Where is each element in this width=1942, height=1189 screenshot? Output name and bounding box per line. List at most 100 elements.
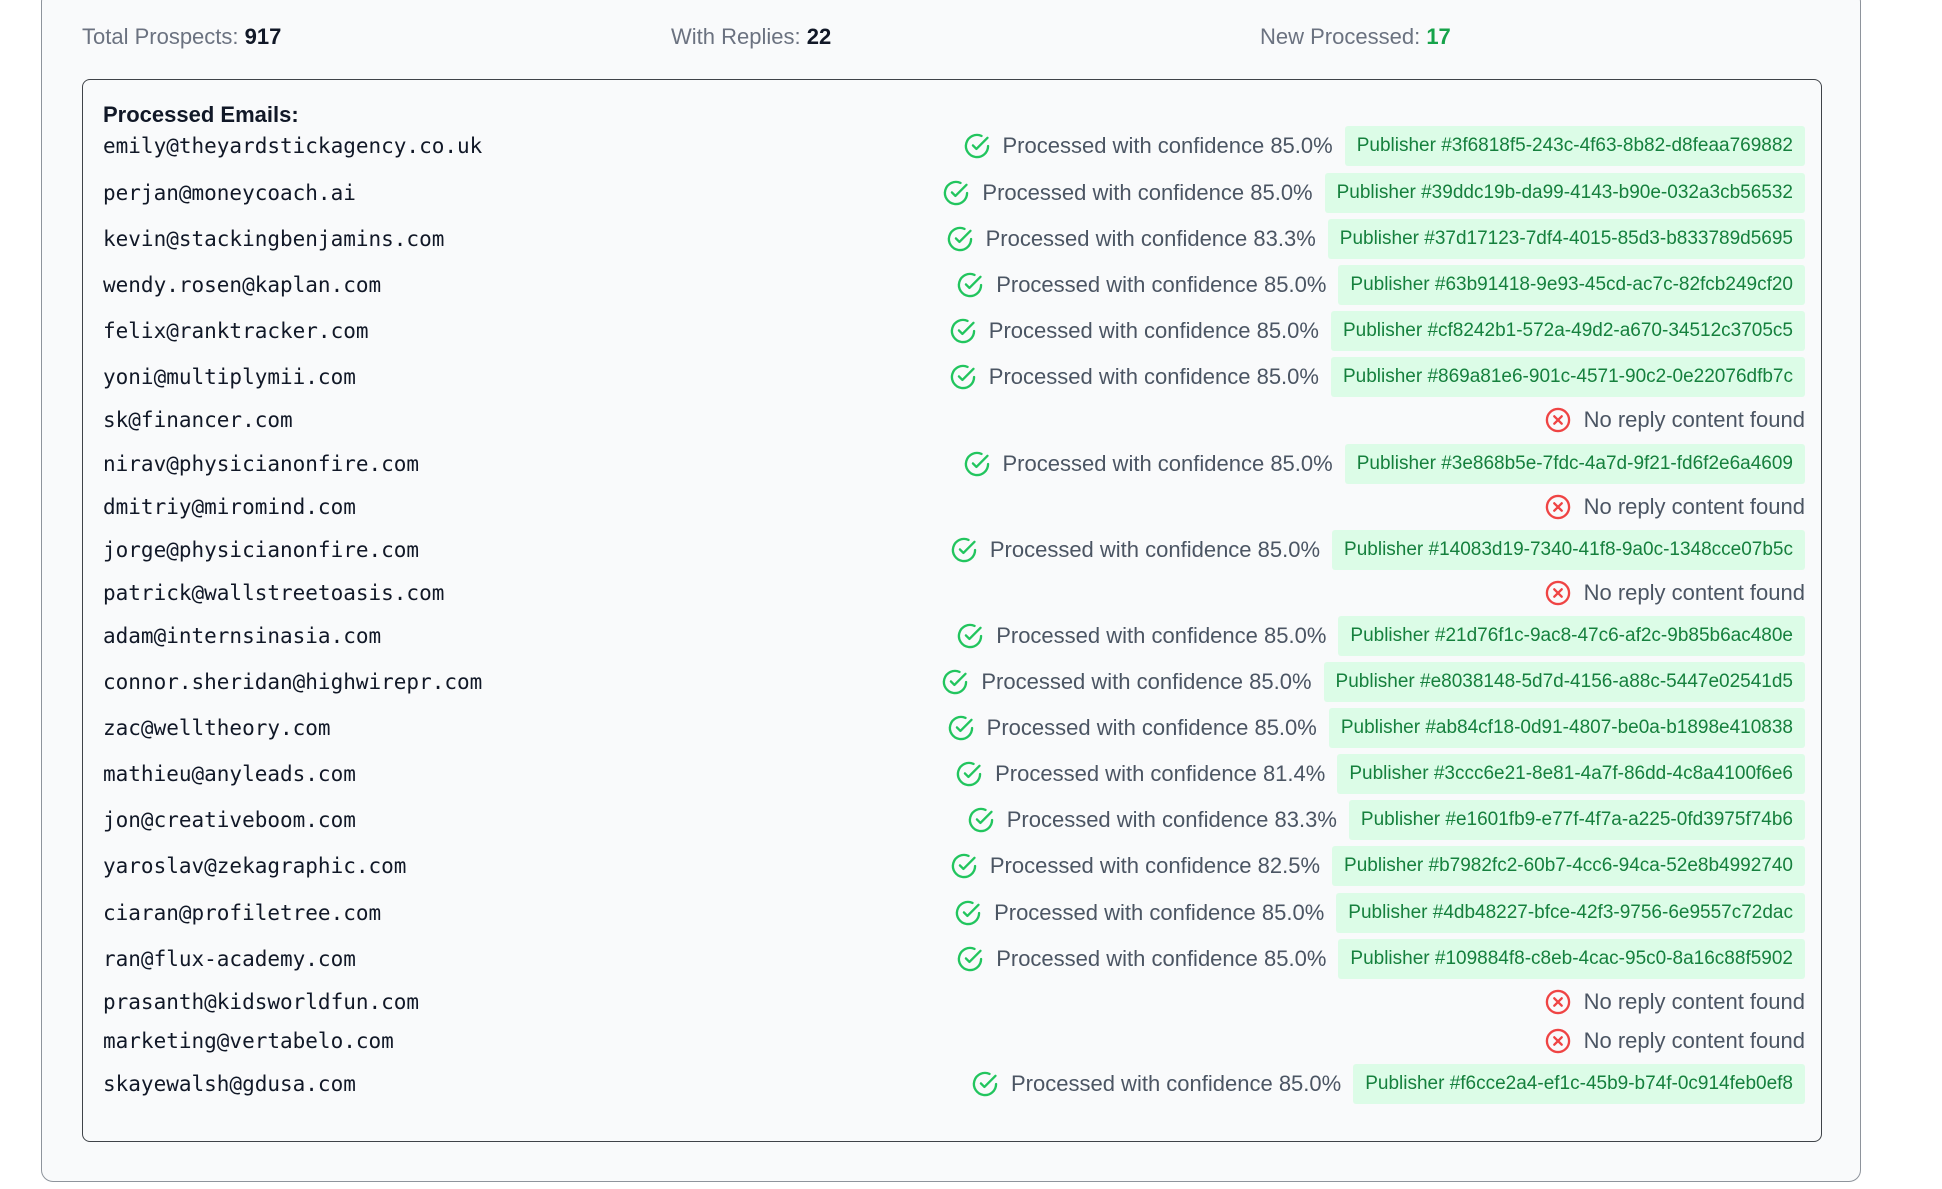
email-row: prasanth@kidsworldfun.com No reply conten… [83, 982, 1823, 1022]
publisher-badge: Publisher #e1601fb9-e77f-4f7a-a225-0fd39… [1348, 800, 1805, 840]
email-address: skayewalsh@gdusa.com [103, 1072, 356, 1096]
status-cell: Processed with confidence 83.3% Publisher… [967, 800, 1805, 840]
email-address: connor.sheridan@highwirepr.com [103, 670, 483, 694]
email-row: adam@internsinasia.com Processed with con… [83, 616, 1823, 656]
status-cell: Processed with confidence 85.0% Publisher… [956, 265, 1805, 305]
publisher-badge: Publisher #39ddc19b-da99-4143-b90e-032a3… [1324, 173, 1805, 213]
no-reply-text: No reply content found [1583, 407, 1805, 432]
status-cell: No reply content found [1544, 982, 1805, 1022]
confidence-text: Processed with confidence 83.3% [1006, 807, 1337, 832]
check-circle-icon [951, 537, 977, 563]
publisher-badge: Publisher #869a81e6-901c-4571-90c2-0e220… [1330, 357, 1805, 397]
stat-new-value: 17 [1426, 24, 1451, 49]
status-cell: Processed with confidence 85.0% Publisher… [956, 939, 1805, 979]
status-cell: Processed with confidence 85.0% Publisher… [963, 444, 1805, 484]
check-circle-icon [957, 946, 983, 972]
publisher-badge: Publisher #14083d19-7340-41f8-9a0c-1348c… [1332, 530, 1805, 570]
check-circle-icon [968, 807, 993, 833]
email-row: connor.sheridan@highwirepr.com Processed … [83, 662, 1823, 702]
email-address: adam@internsinasia.com [103, 624, 382, 648]
email-row: mathieu@anyleads.com Processed with confi… [83, 754, 1823, 794]
email-row: yoni@multiplymii.com Processed with confi… [83, 357, 1823, 397]
email-row: ran@flux-academy.com Processed with confi… [83, 939, 1823, 979]
email-row: nirav@physicianonfire.com Processed with … [83, 444, 1823, 484]
publisher-badge: Publisher #63b91418-9e93-45cd-ac7c-82fcb… [1338, 265, 1805, 305]
check-circle-icon [950, 318, 976, 344]
x-circle-icon [1545, 989, 1570, 1015]
check-circle-icon [950, 364, 976, 390]
confidence-text: Processed with confidence 85.0% [996, 272, 1327, 297]
processed-emails-panel: Processed Emails: emily@theyardstickagen… [82, 79, 1822, 1142]
x-circle-icon [1545, 407, 1570, 433]
status-cell: Processed with confidence 85.0% Publisher… [963, 126, 1805, 166]
confidence-text: Processed with confidence 85.0% [982, 180, 1313, 205]
email-row: felix@ranktracker.com Processed with conf… [83, 311, 1823, 351]
publisher-badge: Publisher #3ccc6e21-8e81-4a7f-86dd-4c8a4… [1337, 754, 1805, 794]
email-address: dmitriy@miromind.com [103, 495, 356, 519]
check-circle-icon [951, 853, 977, 879]
publisher-badge: Publisher #109884f8-c8eb-4cac-95c0-8a16c… [1338, 939, 1805, 979]
check-circle-icon [955, 900, 981, 926]
stats-row: Total Prospects: 917 With Replies: 22 Ne… [82, 20, 1862, 56]
email-address: jorge@physicianonfire.com [103, 538, 420, 562]
publisher-badge: Publisher #b7982fc2-60b7-4cc6-94ca-52e8b… [1332, 846, 1805, 886]
publisher-badge: Publisher #e8038148-5d7d-4156-a88c-5447e… [1323, 662, 1805, 702]
x-circle-icon [1545, 580, 1570, 606]
publisher-badge: Publisher #3f6818f5-243c-4f63-8b82-d8fea… [1344, 126, 1805, 166]
email-address: sk@financer.com [103, 408, 293, 432]
stat-replies-label: With Replies: [671, 24, 801, 49]
stat-with-replies: With Replies: 22 [671, 24, 831, 50]
email-address: zac@welltheory.com [103, 716, 331, 740]
check-circle-icon [956, 761, 982, 787]
check-circle-icon [964, 133, 989, 159]
stat-new-label: New Processed: [1260, 24, 1421, 49]
confidence-text: Processed with confidence 82.5% [989, 853, 1321, 878]
email-row: ciaran@profiletree.com Processed with con… [83, 893, 1823, 933]
email-address: mathieu@anyleads.com [103, 762, 356, 786]
email-row: emily@theyardstickagency.co.uk Processed … [83, 126, 1823, 166]
confidence-text: Processed with confidence 85.0% [996, 946, 1327, 971]
email-row: jon@creativeboom.com Processed with confi… [83, 800, 1823, 840]
email-address: kevin@stackingbenjamins.com [103, 227, 445, 251]
email-row: jorge@physicianonfire.com Processed with … [83, 530, 1823, 570]
email-row: perjan@moneycoach.ai Processed with confi… [83, 173, 1823, 213]
email-row: wendy.rosen@kaplan.com Processed with con… [83, 265, 1823, 305]
publisher-badge: Publisher #ab84cf18-0d91-4807-be0a-b1898… [1328, 708, 1805, 748]
email-address: felix@ranktracker.com [103, 319, 369, 343]
no-reply-text: No reply content found [1583, 989, 1805, 1014]
publisher-badge: Publisher #4db48227-bfce-42f3-9756-6e955… [1336, 893, 1805, 933]
processed-emails-title: Processed Emails: [103, 102, 299, 127]
email-row: patrick@wallstreetoasis.com No reply cont… [83, 573, 1823, 613]
confidence-text: Processed with confidence 85.0% [1011, 1071, 1342, 1096]
email-row: sk@financer.com No reply content found [83, 400, 1823, 440]
email-row: yaroslav@zekagraphic.com Processed with c… [83, 846, 1823, 886]
email-address: jon@creativeboom.com [103, 808, 356, 832]
check-circle-icon [957, 272, 983, 298]
stat-replies-value: 22 [806, 24, 832, 49]
publisher-badge: Publisher #cf8242b1-572a-49d2-a670-34512… [1330, 311, 1805, 351]
confidence-text: Processed with confidence 85.0% [988, 318, 1319, 343]
status-cell: Processed with confidence 85.0% Publisher… [949, 357, 1805, 397]
email-address: emily@theyardstickagency.co.uk [103, 134, 483, 158]
stat-total-prospects: Total Prospects: 917 [82, 24, 281, 50]
status-cell: No reply content found [1544, 573, 1805, 613]
x-circle-icon [1545, 1028, 1570, 1054]
confidence-text: Processed with confidence 85.0% [988, 364, 1319, 389]
status-cell: Processed with confidence 85.0% Publisher… [942, 173, 1805, 213]
check-circle-icon [943, 669, 968, 695]
confidence-text: Processed with confidence 85.0% [996, 623, 1327, 648]
email-address: yaroslav@zekagraphic.com [103, 854, 407, 878]
check-circle-icon [947, 226, 972, 252]
email-address: marketing@vertabelo.com [103, 1029, 394, 1053]
status-cell: Processed with confidence 85.0% Publisher… [956, 616, 1805, 656]
no-reply-text: No reply content found [1583, 494, 1805, 519]
email-row: skayewalsh@gdusa.com Processed with confi… [83, 1064, 1823, 1104]
email-row: marketing@vertabelo.com No reply content … [83, 1021, 1823, 1061]
confidence-text: Processed with confidence 85.0% [981, 669, 1312, 694]
email-address: yoni@multiplymii.com [103, 365, 356, 389]
confidence-text: Processed with confidence 85.0% [986, 715, 1317, 740]
publisher-badge: Publisher #f6cce2a4-ef1c-45b9-b74f-0c914… [1353, 1064, 1805, 1104]
email-row: zac@welltheory.com Processed with confide… [83, 708, 1823, 748]
stat-new-processed: New Processed: 17 [1260, 24, 1451, 50]
status-cell: Processed with confidence 85.0% Publisher… [950, 530, 1805, 570]
